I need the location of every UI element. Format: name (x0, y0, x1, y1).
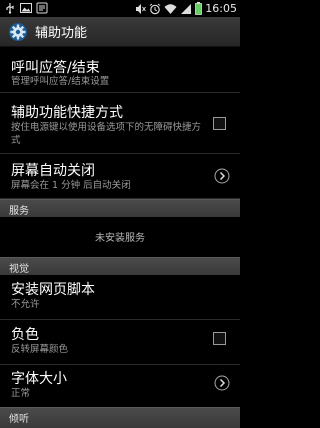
usb-icon (6, 3, 14, 14)
section-header-hearing: 倾听 (0, 407, 240, 428)
notification-icons (4, 2, 48, 15)
item-subtitle: 不允许 (11, 299, 40, 310)
title-bar: 辅助功能 (0, 17, 240, 47)
clock: 16:05 (205, 2, 237, 15)
item-title: 呼叫应答/结束 (11, 60, 100, 76)
accessibility-shortcut-item[interactable]: 辅助功能快捷方式 按住电源键以使用设备选项下的无障碍快捷方式 (0, 93, 240, 154)
item-subtitle: 按住电源键以使用设备选项下的无障碍快捷方式 (11, 122, 202, 146)
negative-colors-item[interactable]: 负色 反转屏幕颜色 (0, 320, 240, 365)
alarm-icon (149, 3, 161, 14)
section-label: 视觉 (9, 264, 29, 275)
wifi-icon (164, 3, 177, 14)
section-header-vision: 视觉 (0, 257, 240, 275)
page-title: 辅助功能 (35, 26, 88, 41)
battery-icon (195, 2, 203, 15)
no-services-message: 未安装服务 (95, 233, 145, 244)
negative-colors-checkbox[interactable] (213, 332, 226, 345)
chevron-right-icon (214, 168, 230, 184)
item-title: 屏幕自动关闭 (11, 163, 95, 179)
system-icons: 16:05 (135, 1, 237, 16)
item-subtitle: 屏幕会在 1 分钟 后自动关闭 (11, 180, 131, 191)
item-title: 负色 (11, 327, 39, 343)
item-title: 字体大小 (11, 371, 67, 387)
font-size-item[interactable]: 字体大小 正常 (0, 365, 240, 408)
call-answer-end-item[interactable]: 呼叫应答/结束 管理呼叫应答/结束设置 (0, 47, 240, 93)
accessibility-shortcut-checkbox[interactable] (213, 117, 226, 130)
item-subtitle: 反转屏幕颜色 (11, 344, 69, 355)
item-title: 安装网页脚本 (11, 282, 95, 298)
item-subtitle: 管理呼叫应答/结束设置 (11, 76, 110, 87)
section-label: 服务 (9, 206, 29, 217)
item-title: 辅助功能快捷方式 (11, 105, 123, 121)
settings-gear-icon (9, 22, 27, 41)
section-header-services: 服务 (0, 199, 240, 217)
item-subtitle: 正常 (11, 388, 31, 399)
status-bar: 16:05 (0, 0, 240, 17)
image-icon (20, 3, 32, 13)
mute-icon (136, 3, 147, 14)
chevron-right-icon (214, 375, 230, 391)
notification-icon (36, 2, 48, 14)
install-web-scripts-item[interactable]: 安装网页脚本 不允许 (0, 275, 240, 320)
signal-icon (181, 3, 192, 14)
screen-timeout-item[interactable]: 屏幕自动关闭 屏幕会在 1 分钟 后自动关闭 (0, 154, 240, 199)
section-label: 倾听 (9, 414, 29, 425)
